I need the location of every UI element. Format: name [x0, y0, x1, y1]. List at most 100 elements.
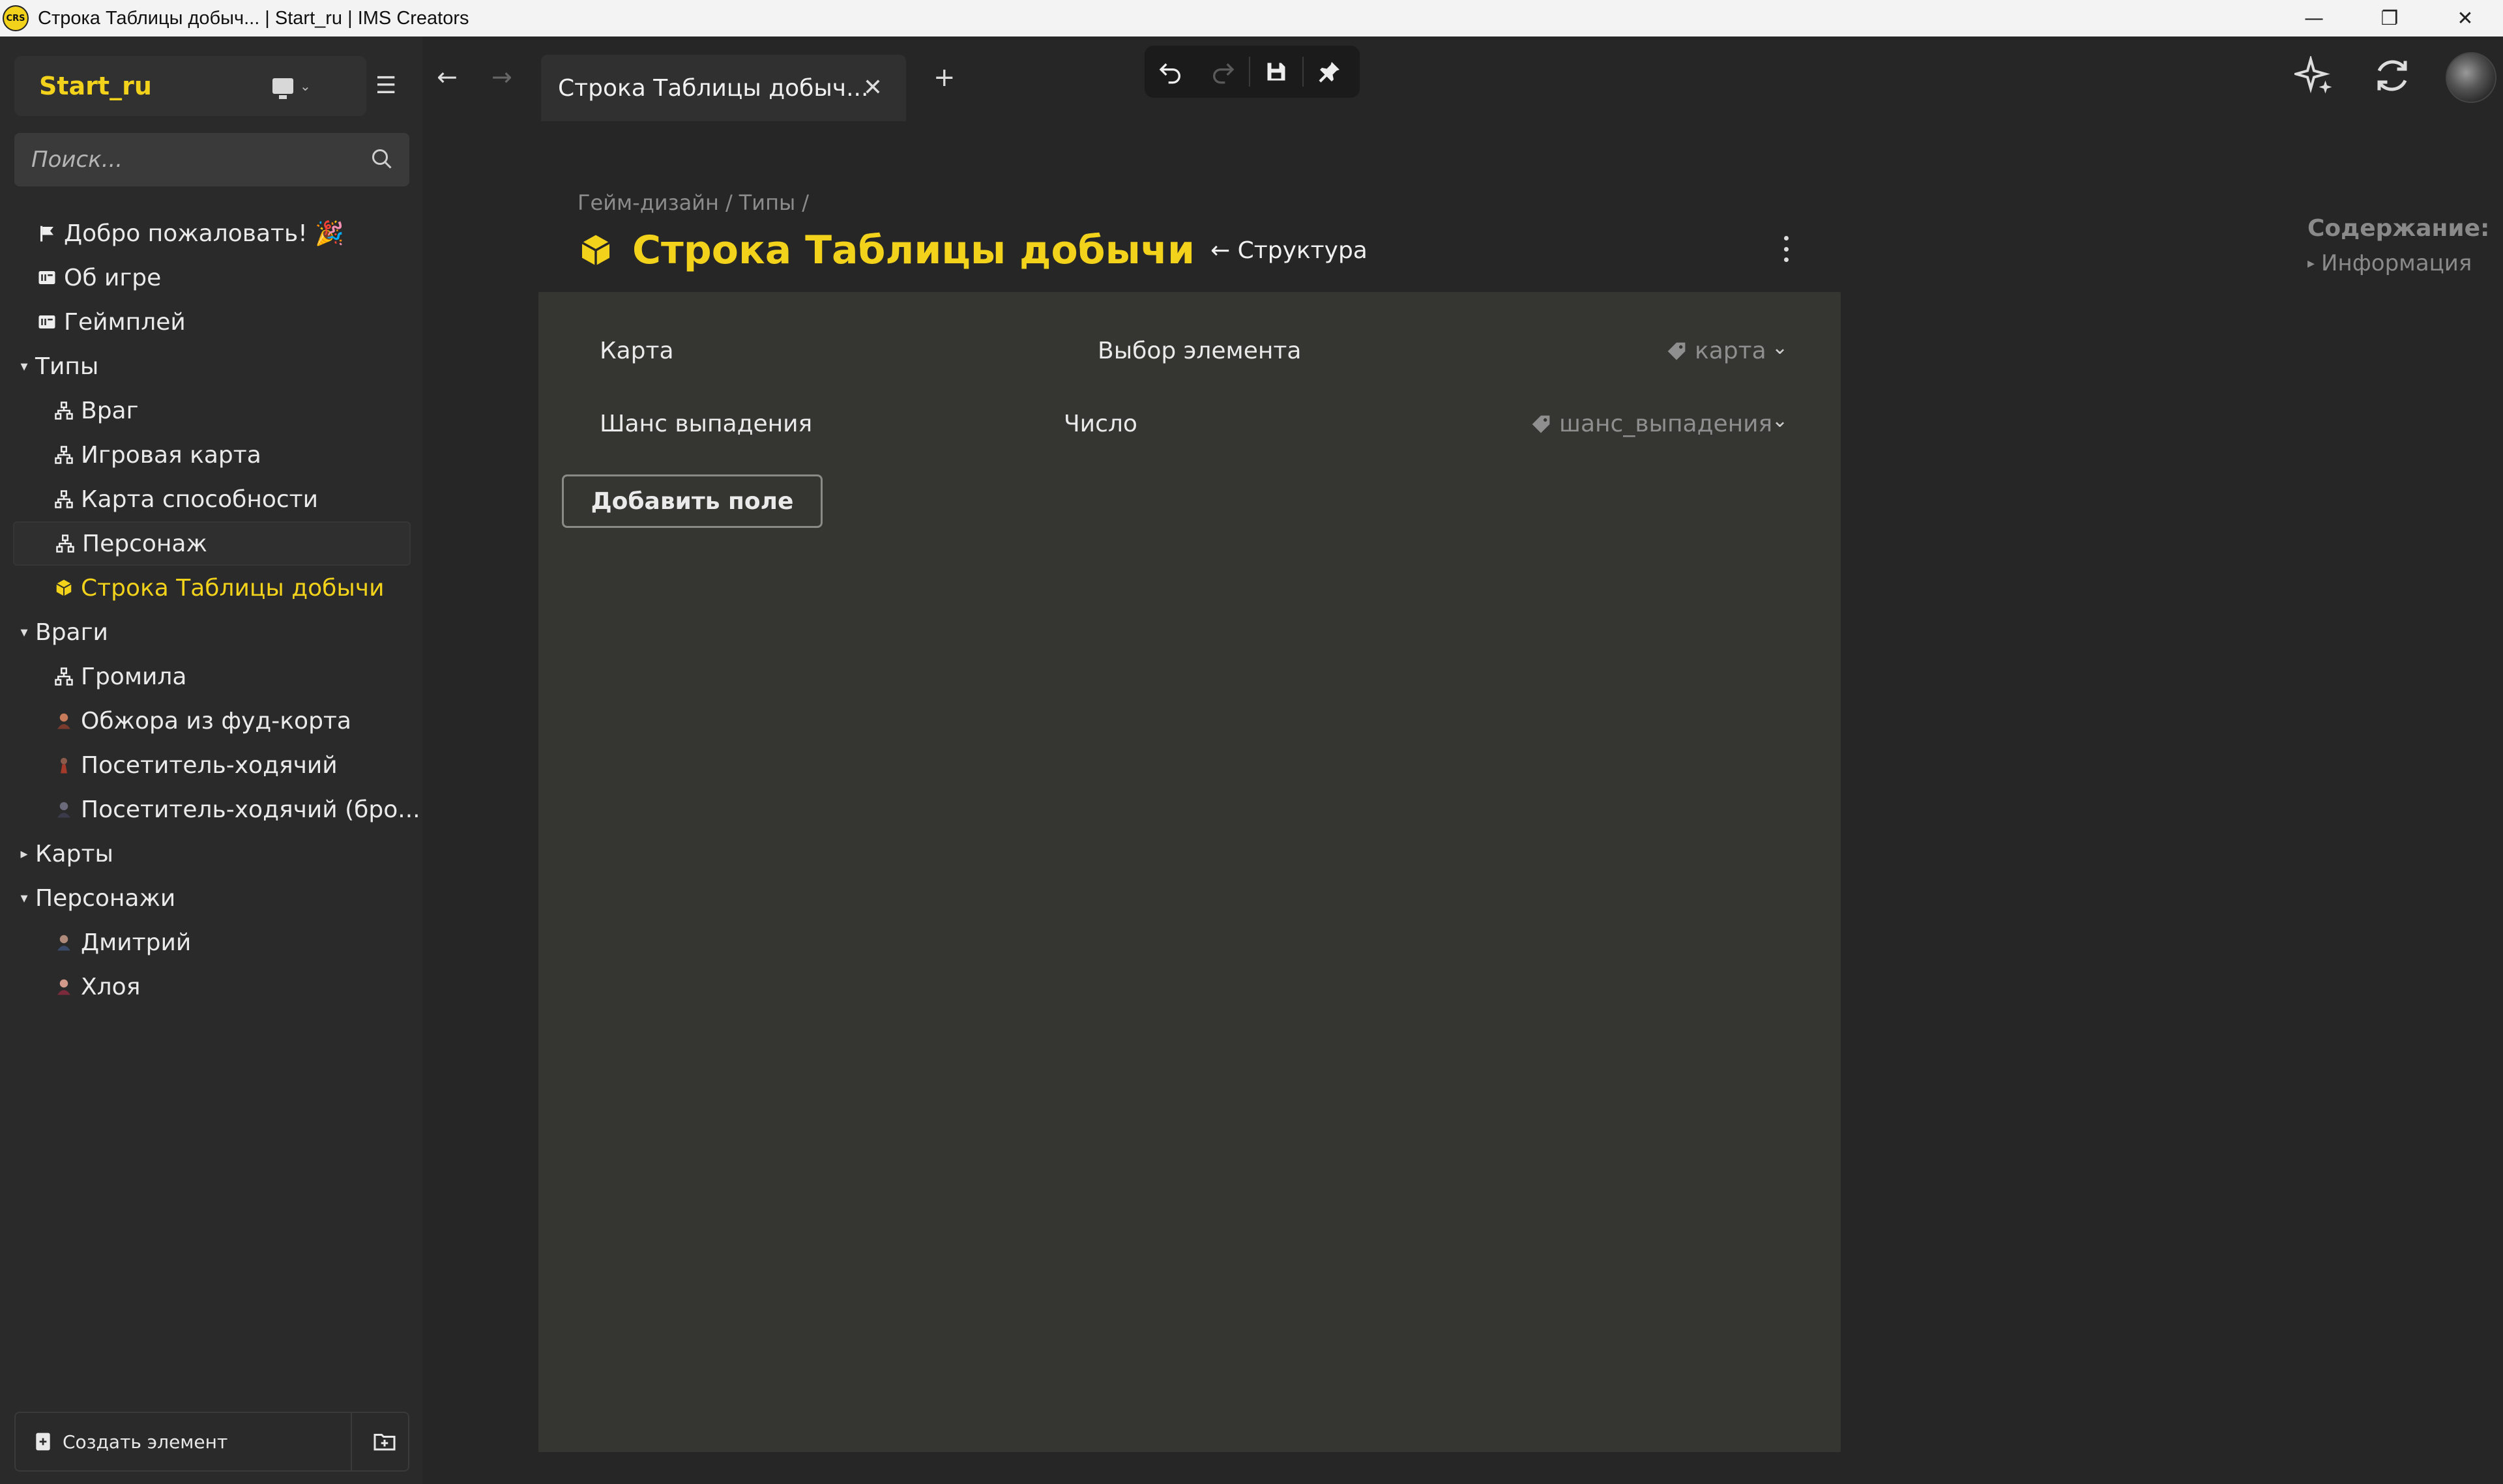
- breadcrumb-item[interactable]: Типы: [739, 190, 796, 215]
- page-header: Строка Таблицы добычи ← Структура: [578, 227, 1368, 274]
- chevron-down-icon[interactable]: ⌄: [1772, 336, 1788, 359]
- search-input[interactable]: [31, 147, 344, 173]
- field-row: Шанс выпадения Число шанс_выпадения ⌄: [538, 398, 1841, 450]
- tree-item-label: Добро пожаловать! 🎉: [64, 220, 344, 247]
- pin-icon[interactable]: [1304, 46, 1356, 98]
- tree-item-ability-card[interactable]: Карта способности: [0, 477, 422, 521]
- save-icon[interactable]: [1250, 46, 1302, 98]
- tree-folder-types[interactable]: ▾ Типы: [0, 344, 422, 388]
- field-type[interactable]: Выбор элемента: [1098, 338, 1301, 364]
- tree-folder-enemies[interactable]: ▾ Враги: [0, 610, 422, 654]
- sidebar: Start_ru ⌄ ☰ Добро пожаловать! 🎉 Об игре: [0, 36, 422, 1484]
- caret-down-icon[interactable]: ▾: [17, 890, 31, 907]
- cube-icon: [52, 578, 76, 598]
- tree-item-brute[interactable]: Громила: [0, 654, 422, 699]
- chevron-down-icon[interactable]: ⌄: [1772, 409, 1788, 432]
- breadcrumb: Гейм-дизайн / Типы /: [578, 190, 810, 215]
- add-tab-icon[interactable]: +: [933, 63, 956, 93]
- document-icon: [35, 312, 59, 332]
- sync-icon[interactable]: [2373, 56, 2412, 95]
- tree-item-game-card[interactable]: Игровая карта: [0, 433, 422, 477]
- toc-item-label: Информация: [2321, 250, 2472, 276]
- caret-down-icon[interactable]: ▾: [17, 358, 31, 375]
- divider: [351, 1413, 352, 1470]
- field-key[interactable]: шанс_выпадения: [1530, 411, 1772, 437]
- tree-item-character-type[interactable]: Персонаж: [13, 521, 411, 566]
- window-title: Строка Таблицы добыч... | Start_ru | IMS…: [38, 7, 469, 29]
- create-bar: Создать элемент: [14, 1412, 409, 1472]
- tab-loot-table-row[interactable]: Строка Таблицы добыч... ✕: [541, 55, 906, 121]
- window-titlebar: CRS Строка Таблицы добыч... | Start_ru |…: [0, 0, 2503, 36]
- chevron-down-icon: ⌄: [300, 78, 311, 94]
- tree-item-enemy-type[interactable]: Враг: [0, 388, 422, 433]
- tree-item-label: Карта способности: [81, 486, 319, 513]
- page-title: Строка Таблицы добычи: [632, 227, 1195, 273]
- tree-item-welcome[interactable]: Добро пожаловать! 🎉: [0, 211, 422, 255]
- tree-item-walker-visitor-2[interactable]: Посетитель-ходячий (бро...: [0, 787, 422, 832]
- undo-icon[interactable]: [1145, 46, 1197, 98]
- tree-item-chloe[interactable]: Хлоя: [0, 965, 422, 1009]
- device-preview-button[interactable]: ⌄: [272, 73, 318, 99]
- hierarchy-icon: [52, 445, 76, 465]
- fields-panel: Карта Выбор элемента карта ⌄ Шанс выпаде…: [538, 292, 1841, 1452]
- tree-item-label: Враги: [35, 618, 108, 646]
- character-avatar-icon: [52, 755, 76, 775]
- create-element-label: Создать элемент: [63, 1431, 228, 1453]
- tree-item-food-court-glutton[interactable]: Обжора из фуд-корта: [0, 699, 422, 743]
- close-window-button[interactable]: ✕: [2427, 0, 2503, 36]
- character-avatar-icon: [52, 933, 76, 952]
- tree-item-loot-table-row[interactable]: Строка Таблицы добычи: [0, 566, 422, 610]
- window-controls: — ❐ ✕: [2276, 0, 2503, 36]
- toc-title: Содержание:: [2307, 215, 2490, 242]
- create-element-button[interactable]: Создать элемент: [33, 1431, 227, 1453]
- tag-icon: [1532, 415, 1550, 433]
- field-name[interactable]: Карта: [600, 338, 674, 364]
- project-selector[interactable]: Start_ru ⌄: [14, 56, 366, 116]
- monitor-icon: [272, 78, 293, 99]
- add-field-button[interactable]: Добавить поле: [562, 474, 823, 528]
- tree-item-label: Посетитель-ходячий: [81, 751, 338, 779]
- structure-link[interactable]: ← Структура: [1210, 237, 1368, 264]
- tree-item-gameplay[interactable]: Геймплей: [0, 300, 422, 344]
- close-icon[interactable]: ✕: [863, 74, 883, 101]
- tree-folder-characters[interactable]: ▾ Персонажи: [0, 876, 422, 920]
- field-key[interactable]: карта: [1666, 338, 1766, 364]
- field-name[interactable]: Шанс выпадения: [600, 411, 812, 437]
- new-folder-icon[interactable]: [372, 1430, 398, 1453]
- minimize-button[interactable]: —: [2276, 0, 2352, 36]
- hierarchy-icon: [53, 534, 77, 553]
- caret-down-icon[interactable]: ▾: [17, 624, 31, 641]
- tree-folder-cards[interactable]: ▸ Карты: [0, 832, 422, 876]
- back-arrow-icon[interactable]: ←: [437, 63, 458, 91]
- toc-item[interactable]: ▸ Информация: [2307, 250, 2472, 276]
- caret-right-icon[interactable]: ▸: [17, 846, 31, 862]
- breadcrumb-item[interactable]: Гейм-дизайн: [578, 190, 719, 215]
- app-logo-icon: CRS: [3, 5, 29, 31]
- maximize-button[interactable]: ❐: [2352, 0, 2427, 36]
- tree-item-label: Игровая карта: [81, 441, 261, 469]
- tree-item-walker-visitor[interactable]: Посетитель-ходячий: [0, 743, 422, 787]
- tree-item-label: Персонажи: [35, 884, 176, 912]
- more-options-icon[interactable]: [1781, 236, 1791, 262]
- flag-icon: [35, 224, 59, 243]
- field-type[interactable]: Число: [1064, 411, 1137, 437]
- menu-icon[interactable]: ☰: [375, 73, 402, 99]
- ai-sparkle-icon[interactable]: [2294, 56, 2334, 95]
- character-avatar-icon: [52, 800, 76, 819]
- edit-toolbar: [1145, 46, 1360, 98]
- field-key-label: карта: [1695, 338, 1766, 364]
- top-bar: ← → Строка Таблицы добыч... ✕ +: [422, 36, 2503, 121]
- tree-item-label: Посетитель-ходячий (бро...: [81, 796, 420, 823]
- project-name: Start_ru: [39, 72, 152, 100]
- cube-icon: [581, 235, 610, 266]
- search-icon[interactable]: [370, 147, 394, 171]
- tree-item-about-game[interactable]: Об игре: [0, 255, 422, 300]
- tree-item-dmitry[interactable]: Дмитрий: [0, 920, 422, 965]
- tree-item-label: Громила: [81, 663, 187, 690]
- forward-arrow-icon[interactable]: →: [491, 63, 512, 91]
- character-avatar-icon: [52, 711, 76, 731]
- tree-item-label: Враг: [81, 397, 139, 424]
- redo-icon[interactable]: [1197, 46, 1249, 98]
- tree-item-label: Обжора из фуд-корта: [81, 707, 351, 735]
- user-avatar[interactable]: [2446, 52, 2496, 103]
